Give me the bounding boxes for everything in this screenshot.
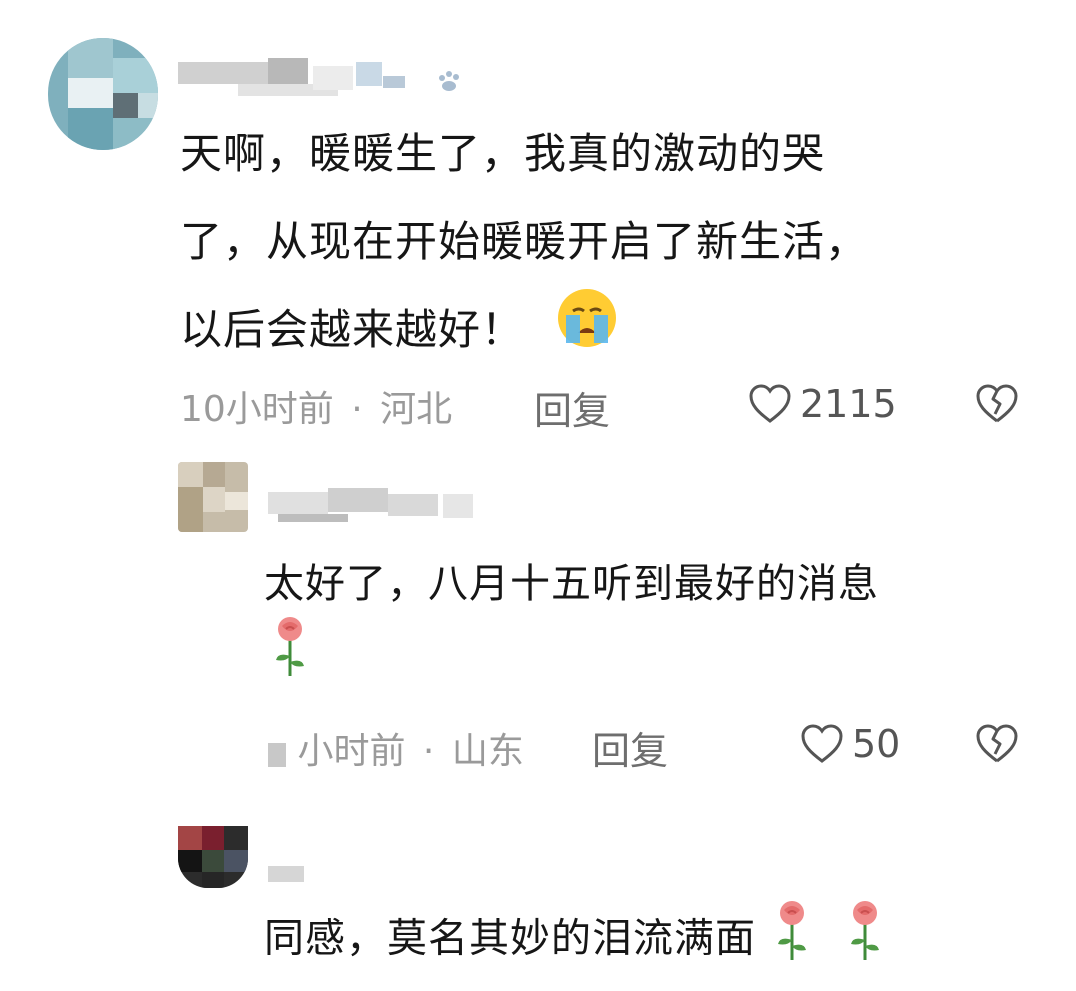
broken-heart-icon	[976, 724, 1018, 763]
rose-icon	[845, 900, 885, 981]
reply-text-line: 太好了，八月十五听到最好的消息	[264, 561, 879, 607]
comment-time: 小时前	[297, 731, 406, 772]
reply-text-line: 同感，莫名其妙的泪流满面	[264, 915, 756, 962]
comment-time: 10小时前	[180, 389, 334, 430]
time-redacted	[268, 739, 286, 767]
avatar[interactable]	[178, 826, 248, 888]
dislike-button[interactable]	[974, 384, 1020, 428]
avatar[interactable]	[48, 38, 158, 150]
avatar[interactable]	[178, 462, 248, 532]
badge-icon	[436, 70, 464, 94]
heart-icon	[801, 724, 843, 763]
comment-text-line: 以后会越来越好！	[180, 286, 1060, 379]
comment-location: 山东	[451, 731, 524, 772]
comment-location: 河北	[380, 389, 453, 430]
heart-icon	[749, 384, 791, 423]
reply-button[interactable]: 回复	[592, 720, 668, 775]
like-count: 2115	[800, 382, 897, 426]
like-button[interactable]: 50	[800, 722, 900, 766]
username-redacted[interactable]	[268, 488, 488, 524]
meta-separator: ·	[422, 731, 435, 772]
reply-text: 太好了，八月十五听到最好的消息	[264, 552, 1064, 680]
comment-meta: 小时前 · 山东	[268, 722, 524, 774]
like-button[interactable]: 2115	[748, 382, 897, 426]
rose-icon	[772, 900, 812, 981]
rose-icon	[270, 616, 310, 697]
broken-heart-icon	[976, 384, 1018, 423]
comment-text-line: 天啊，暖暖生了，我真的激动的哭	[180, 129, 826, 178]
comment-text: 天啊，暖暖生了，我真的激动的哭 了，从现在开始暖暖开启了新生活， 以后会越来越好…	[180, 110, 1060, 379]
comment-text-line-content: 以后会越来越好！	[180, 305, 525, 354]
crying-face-icon	[556, 287, 618, 379]
comment-meta: 10小时前 · 河北	[180, 380, 452, 432]
reply-text: 同感，莫名其妙的泪流满面	[264, 900, 1064, 981]
dislike-button[interactable]	[974, 724, 1020, 768]
like-count: 50	[852, 722, 901, 766]
reply-emoji-line	[264, 616, 1064, 680]
username-redacted[interactable]	[178, 58, 468, 98]
username-redacted[interactable]	[268, 862, 308, 884]
meta-separator: ·	[351, 389, 363, 430]
comment-text-line: 了，从现在开始暖暖开启了新生活，	[180, 217, 869, 266]
reply-button[interactable]: 回复	[534, 380, 610, 435]
